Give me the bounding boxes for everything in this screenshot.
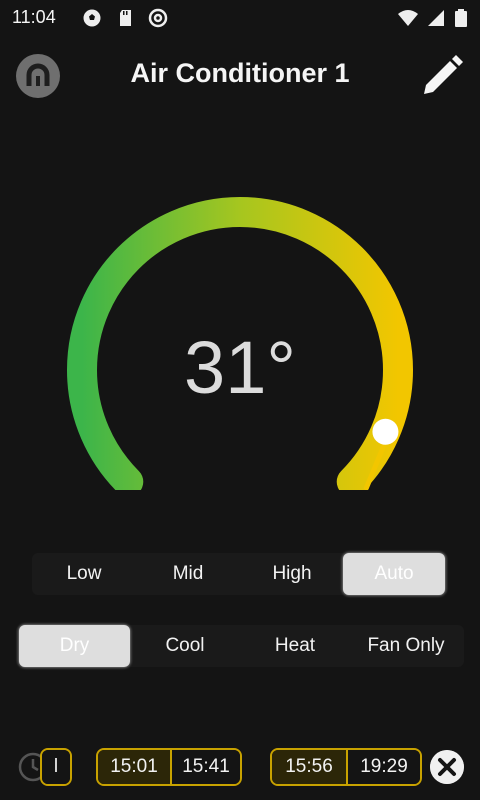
at-sign-icon xyxy=(148,8,168,28)
schedule-off-time: 15:41 xyxy=(172,750,240,784)
soccer-ball-icon xyxy=(83,9,101,27)
schedule-partial-slot[interactable]: l xyxy=(40,748,72,786)
schedule-on-time: 15:56 xyxy=(272,750,348,784)
status-time: 11:04 xyxy=(12,7,56,27)
mode-heat-button[interactable]: Heat xyxy=(242,625,348,667)
schedule-slot-2[interactable]: 15:56 19:29 xyxy=(270,748,422,786)
battery-icon xyxy=(455,9,467,27)
screen: 11:04 Air Conditioner 1 31° Low Mid High… xyxy=(0,0,480,800)
dial-handle[interactable] xyxy=(372,418,399,445)
wifi-icon xyxy=(398,10,418,26)
remove-schedule-button[interactable] xyxy=(430,750,464,784)
page-title: Air Conditioner 1 xyxy=(130,58,350,88)
mode-cool-button[interactable]: Cool xyxy=(132,625,238,667)
signal-icon xyxy=(428,10,444,26)
schedule-on-time: 15:01 xyxy=(98,750,172,784)
status-bar: 11:04 xyxy=(0,0,480,36)
schedule-partial-label: l xyxy=(42,750,70,784)
schedule-slot-1[interactable]: 15:01 15:41 xyxy=(96,748,242,786)
sd-card-icon xyxy=(120,10,131,26)
pencil-icon xyxy=(424,55,463,94)
temperature-value: 31° xyxy=(184,326,296,409)
schedule-off-time: 19:29 xyxy=(348,750,420,784)
mode-fan-only-button[interactable]: Fan Only xyxy=(350,625,462,667)
mode-dry-button[interactable]: Dry xyxy=(19,625,130,667)
fan-low-button[interactable]: Low xyxy=(34,553,134,595)
power-logo-icon xyxy=(16,54,60,98)
fan-mid-button[interactable]: Mid xyxy=(138,553,238,595)
fan-high-button[interactable]: High xyxy=(242,553,342,595)
edit-button[interactable] xyxy=(418,52,466,100)
fan-auto-button[interactable]: Auto xyxy=(343,553,445,595)
